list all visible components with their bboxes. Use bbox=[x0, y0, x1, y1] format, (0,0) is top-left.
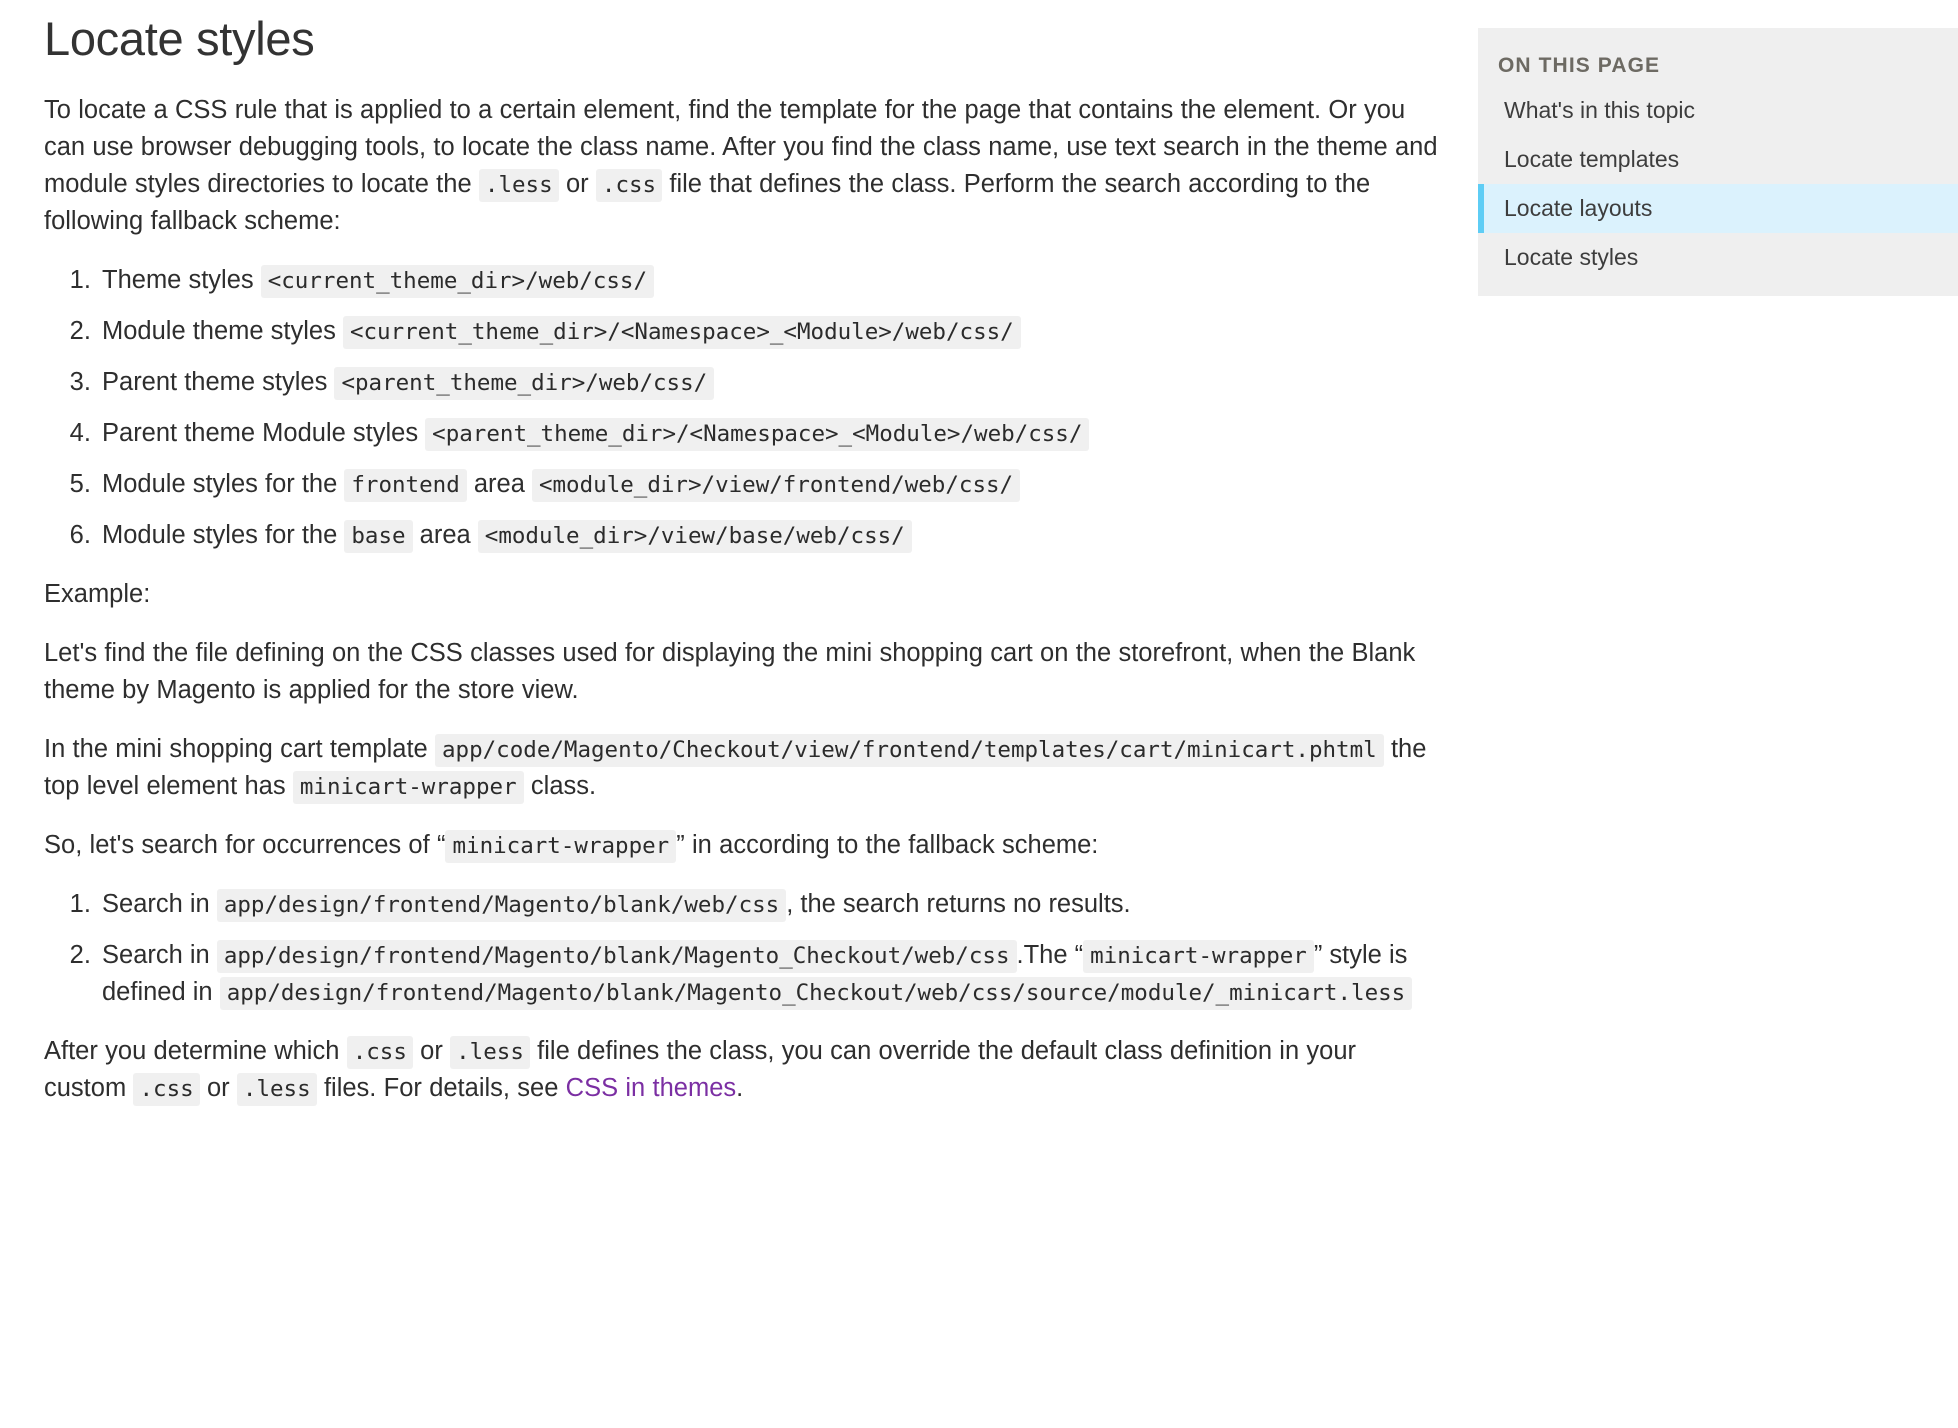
search-steps-list: Search in app/design/frontend/Magento/bl… bbox=[44, 886, 1439, 1011]
example-heading: Example: bbox=[44, 576, 1439, 613]
search-step-class: minicart-wrapper bbox=[1083, 940, 1314, 973]
fallback-scheme-list: Theme styles <current_theme_dir>/web/css… bbox=[44, 262, 1439, 554]
toc-item-whats-in-this-topic[interactable]: What's in this topic bbox=[1478, 86, 1958, 135]
list-item: Module styles for the frontend area <mod… bbox=[98, 466, 1439, 503]
search-step-result-path: app/design/frontend/Magento/blank/Magent… bbox=[220, 977, 1413, 1010]
fallback-item-area: frontend bbox=[344, 469, 466, 502]
page-title: Locate styles bbox=[44, 12, 1439, 66]
list-item: Module theme styles <current_theme_dir>/… bbox=[98, 313, 1439, 350]
code-css-extension: .css bbox=[596, 169, 662, 202]
list-item: Parent theme Module styles <parent_theme… bbox=[98, 415, 1439, 452]
fallback-item-path: <module_dir>/view/frontend/web/css/ bbox=[532, 469, 1020, 502]
example-intro-paragraph: Let's find the file defining on the CSS … bbox=[44, 635, 1439, 709]
toc-item-locate-styles[interactable]: Locate styles bbox=[1478, 233, 1958, 282]
fallback-item-path: <parent_theme_dir>/<Namespace>_<Module>/… bbox=[425, 418, 1089, 451]
search-step-path: app/design/frontend/Magento/blank/Magent… bbox=[217, 940, 1017, 973]
code-less-extension-2: .less bbox=[450, 1036, 530, 1069]
fallback-item-label: Parent theme Module styles bbox=[102, 419, 425, 447]
fallback-item-label: Module theme styles bbox=[102, 317, 343, 345]
search-step-lead: Search in bbox=[102, 890, 217, 918]
outro-part-5: files. For details, see bbox=[317, 1074, 566, 1102]
fallback-item-area: base bbox=[344, 520, 412, 553]
documentation-page: Locate styles To locate a CSS rule that … bbox=[0, 0, 1958, 1428]
fallback-item-mid: area bbox=[467, 470, 532, 498]
intro-text-part-2: or bbox=[559, 170, 596, 198]
outro-paragraph: After you determine which .css or .less … bbox=[44, 1033, 1439, 1107]
search-intro-part-2: ” in according to the fallback scheme: bbox=[676, 831, 1098, 859]
fallback-item-path: <current_theme_dir>/<Namespace>_<Module>… bbox=[343, 316, 1021, 349]
template-text-part-3: class. bbox=[524, 772, 596, 800]
search-step-lead: Search in bbox=[102, 941, 217, 969]
fallback-item-path: <module_dir>/view/base/web/css/ bbox=[478, 520, 912, 553]
code-minicart-template-path: app/code/Magento/Checkout/view/frontend/… bbox=[435, 734, 1384, 767]
template-text-part-1: In the mini shopping cart template bbox=[44, 735, 435, 763]
search-intro-paragraph: So, let's search for occurrences of “min… bbox=[44, 827, 1439, 864]
code-less-extension: .less bbox=[479, 169, 559, 202]
fallback-item-label: Module styles for the bbox=[102, 470, 344, 498]
css-in-themes-link[interactable]: CSS in themes bbox=[566, 1074, 736, 1102]
article-content: Locate styles To locate a CSS rule that … bbox=[44, 0, 1439, 1129]
code-minicart-wrapper-search-term: minicart-wrapper bbox=[445, 830, 676, 863]
fallback-item-path: <parent_theme_dir>/web/css/ bbox=[334, 367, 714, 400]
search-intro-part-1: So, let's search for occurrences of “ bbox=[44, 831, 445, 859]
fallback-item-label: Parent theme styles bbox=[102, 368, 334, 396]
code-minicart-wrapper-class: minicart-wrapper bbox=[293, 771, 524, 804]
list-item: Module styles for the base area <module_… bbox=[98, 517, 1439, 554]
list-item: Search in app/design/frontend/Magento/bl… bbox=[98, 886, 1439, 923]
fallback-item-mid: area bbox=[413, 521, 478, 549]
toc-heading: ON THIS PAGE bbox=[1478, 28, 1958, 86]
fallback-item-path: <current_theme_dir>/web/css/ bbox=[261, 265, 654, 298]
code-less-extension-3: .less bbox=[237, 1073, 317, 1106]
fallback-item-label: Theme styles bbox=[102, 266, 261, 294]
toc-list: What's in this topic Locate templates Lo… bbox=[1478, 86, 1958, 282]
search-step-tail: .The “ bbox=[1017, 941, 1084, 969]
outro-part-6: . bbox=[736, 1074, 743, 1102]
template-paragraph: In the mini shopping cart template app/c… bbox=[44, 731, 1439, 805]
on-this-page-toc: ON THIS PAGE What's in this topic Locate… bbox=[1478, 28, 1958, 296]
list-item: Theme styles <current_theme_dir>/web/css… bbox=[98, 262, 1439, 299]
toc-item-locate-layouts[interactable]: Locate layouts bbox=[1478, 184, 1958, 233]
list-item: Search in app/design/frontend/Magento/bl… bbox=[98, 937, 1439, 1011]
outro-part-2: or bbox=[413, 1037, 450, 1065]
outro-part-1: After you determine which bbox=[44, 1037, 347, 1065]
toc-item-locate-templates[interactable]: Locate templates bbox=[1478, 135, 1958, 184]
outro-part-4: or bbox=[200, 1074, 237, 1102]
code-css-extension-2: .css bbox=[347, 1036, 413, 1069]
code-css-extension-3: .css bbox=[133, 1073, 199, 1106]
search-step-path: app/design/frontend/Magento/blank/web/cs… bbox=[217, 889, 786, 922]
intro-paragraph: To locate a CSS rule that is applied to … bbox=[44, 92, 1439, 240]
fallback-item-label: Module styles for the bbox=[102, 521, 344, 549]
list-item: Parent theme styles <parent_theme_dir>/w… bbox=[98, 364, 1439, 401]
search-step-tail: , the search returns no results. bbox=[786, 890, 1130, 918]
